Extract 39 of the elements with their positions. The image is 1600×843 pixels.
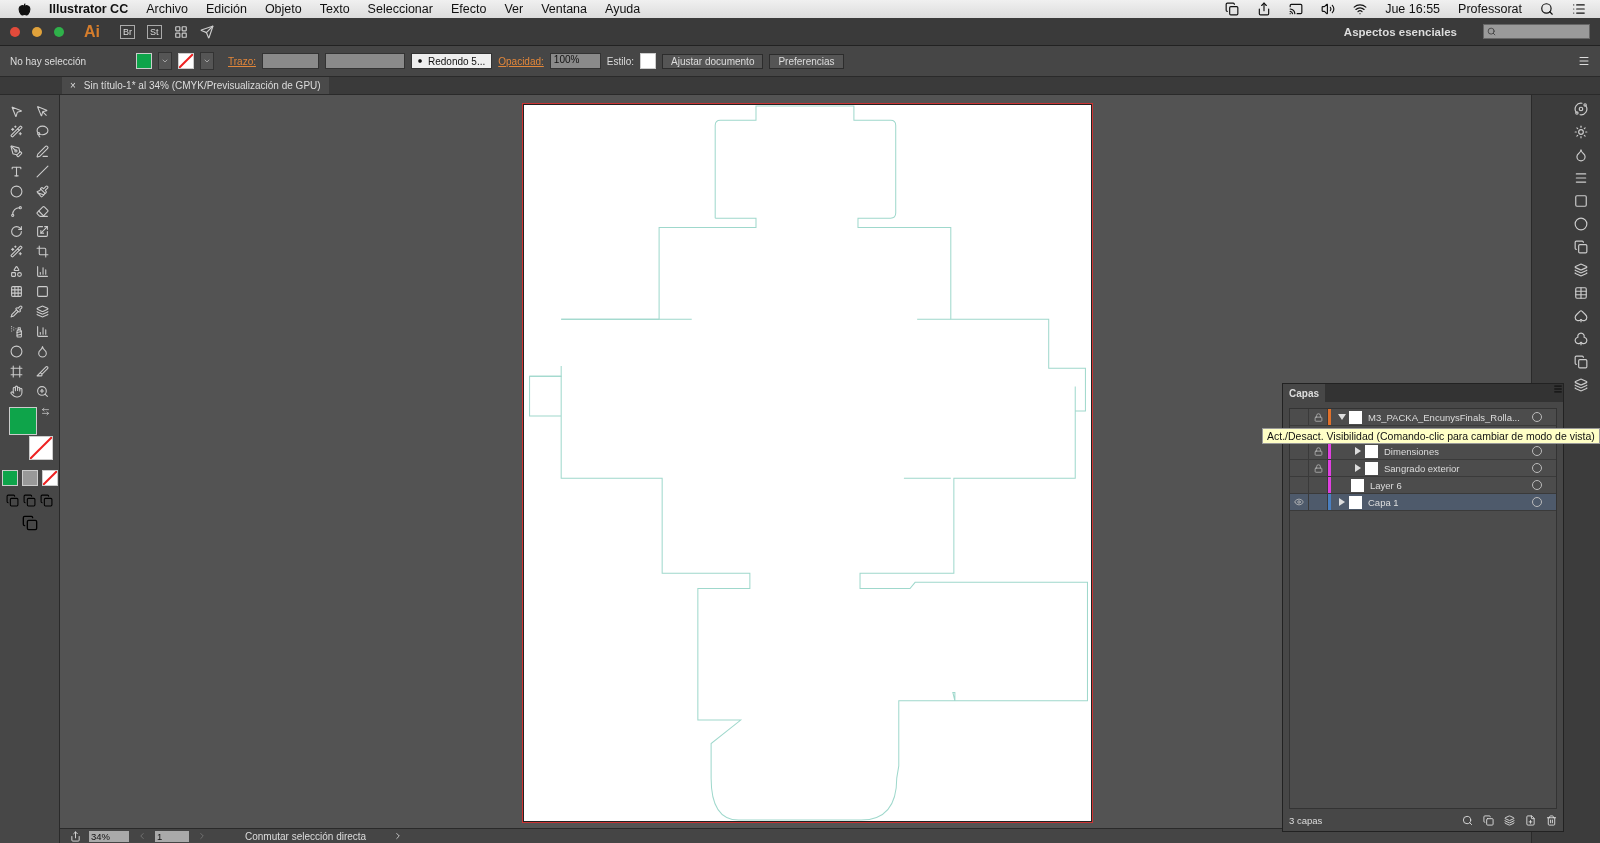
- opacity-field[interactable]: 100%: [549, 53, 601, 69]
- layer-row[interactable]: Capa 1: [1290, 494, 1556, 511]
- layer-count: 3 capas: [1289, 814, 1323, 826]
- artboard-field[interactable]: 1: [155, 830, 189, 842]
- clock[interactable]: Jue 16:55: [1385, 2, 1441, 16]
- menu-item[interactable]: Ayuda: [605, 2, 641, 16]
- layer-name[interactable]: Capa 1: [1368, 496, 1532, 508]
- opacity-label[interactable]: Opacidad:: [498, 55, 544, 67]
- menu-item[interactable]: Efecto: [450, 2, 487, 16]
- layer-row[interactable]: Sangrado exterior: [1290, 460, 1556, 477]
- control-button[interactable]: Preferencias: [769, 53, 844, 69]
- layer-name[interactable]: Layer 6: [1370, 479, 1532, 491]
- status-text[interactable]: Conmutar selección directa: [245, 830, 385, 842]
- app-logo: Ai: [84, 22, 100, 41]
- app-launch-button[interactable]: St: [147, 24, 162, 39]
- style-label: Estilo:: [606, 55, 635, 67]
- zoom-field[interactable]: 34%: [89, 830, 129, 842]
- menu-item[interactable]: Objeto: [264, 2, 302, 16]
- stroke-label[interactable]: Trazo:: [228, 55, 256, 67]
- menu-item[interactable]: Ventana: [541, 2, 588, 16]
- menu-item[interactable]: Ver: [504, 2, 524, 16]
- menu-item[interactable]: Seleccionar: [367, 2, 433, 16]
- workspace-switcher[interactable]: Aspectos esenciales: [1343, 25, 1457, 38]
- menu-item[interactable]: Edición: [205, 2, 247, 16]
- control-button[interactable]: Ajustar documento: [662, 53, 764, 69]
- layer-row[interactable]: M3_PACKA_EncunysFinals_Rolla...: [1290, 409, 1556, 426]
- tooltip: Act./Desact. Visibilidad (Comando-clic para cambiar de modo de vista): [1262, 428, 1600, 444]
- layer-name[interactable]: M3_PACKA_EncunysFinals_Rolla...: [1368, 411, 1532, 423]
- app-launch-button[interactable]: Br: [120, 24, 135, 39]
- document-tab[interactable]: × Sin título-1* al 34% (CMYK/Previsualización de GPU): [62, 77, 329, 94]
- layer-name[interactable]: Dimensiones: [1384, 445, 1532, 457]
- user-name[interactable]: Professorat: [1458, 2, 1522, 16]
- app-menu[interactable]: Illustrator CC: [49, 2, 129, 16]
- menu-item[interactable]: Texto: [319, 2, 350, 16]
- brush-definition-field[interactable]: Redondo 5...: [410, 53, 493, 69]
- panel-tab[interactable]: Capas: [1283, 384, 1325, 402]
- layer-name[interactable]: Sangrado exterior: [1384, 462, 1532, 474]
- selection-status: No hay selección: [10, 55, 88, 67]
- menu-item[interactable]: Archivo: [146, 2, 188, 16]
